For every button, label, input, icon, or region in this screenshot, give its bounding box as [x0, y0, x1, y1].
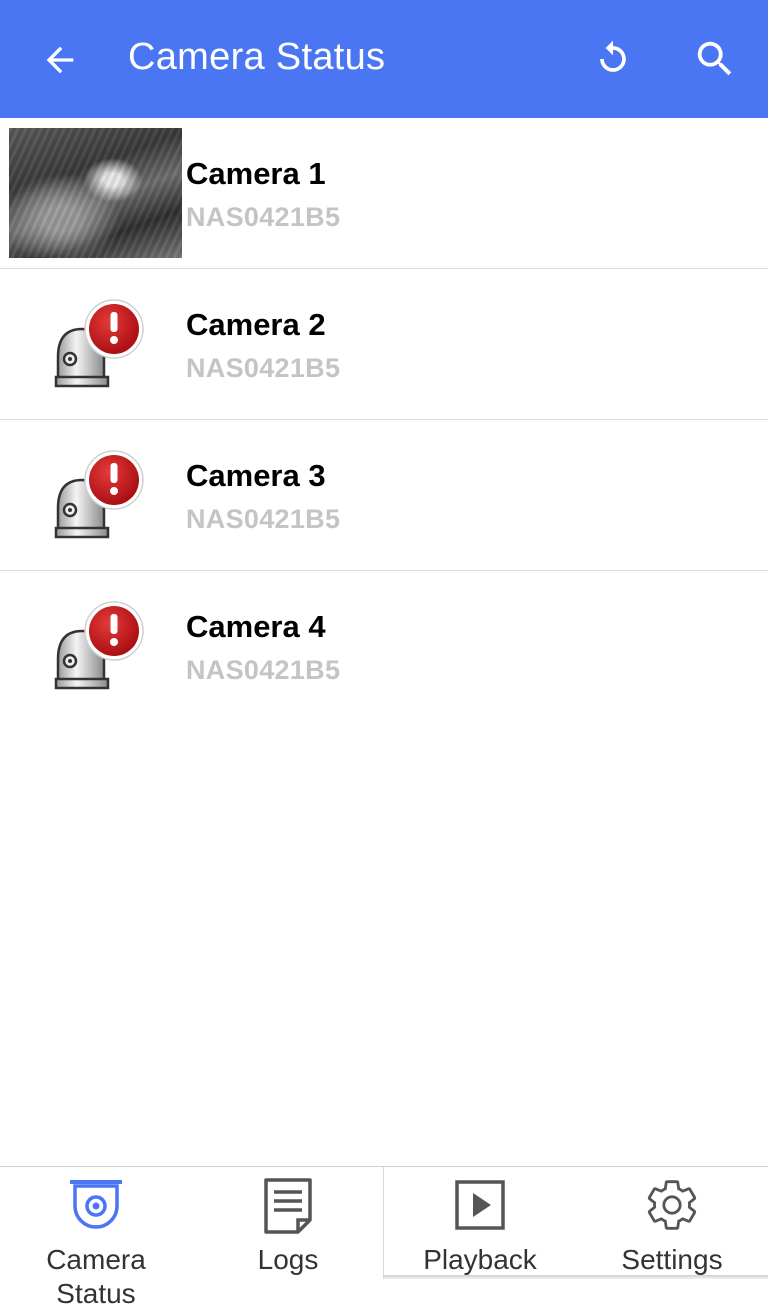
camera-name: Camera 1 — [186, 156, 326, 191]
refresh-button[interactable] — [586, 32, 640, 86]
camera-error-icon — [54, 450, 144, 539]
gear-icon — [647, 1180, 697, 1230]
camera-thumbnail — [9, 128, 182, 258]
camera-name: Camera 2 — [186, 307, 326, 342]
camera-list-item[interactable]: Camera 4 NAS0421B5 — [0, 571, 768, 722]
search-button[interactable] — [688, 32, 742, 86]
back-button[interactable] — [34, 34, 86, 86]
camera-list-item[interactable]: Camera 2 NAS0421B5 — [0, 269, 768, 420]
tab-label: Logs — [257, 1244, 319, 1275]
tab-playback[interactable]: Playback — [384, 1167, 576, 1312]
tab-settings[interactable]: Settings — [576, 1167, 768, 1312]
camera-status-icon — [70, 1180, 122, 1229]
camera-device: NAS0421B5 — [186, 202, 341, 232]
camera-device: NAS0421B5 — [186, 504, 341, 534]
camera-device: NAS0421B5 — [186, 353, 341, 383]
camera-list: Camera 1 NAS0421B5 Camera 2 NAS0421B5 Ca… — [0, 118, 768, 722]
nav-shadow — [384, 1275, 768, 1279]
tab-camera-status[interactable]: Camera Status — [0, 1167, 192, 1312]
search-icon — [697, 41, 732, 76]
camera-error-icon — [54, 299, 144, 388]
camera-name: Camera 4 — [186, 609, 326, 644]
camera-list-item[interactable]: Camera 3 NAS0421B5 — [0, 420, 768, 571]
tab-label: Settings — [621, 1244, 723, 1275]
playback-icon — [455, 1180, 505, 1230]
app-bar: Camera Status — [0, 0, 768, 118]
camera-list-item[interactable]: Camera 1 NAS0421B5 — [0, 118, 768, 269]
logs-icon — [264, 1178, 312, 1234]
tab-logs[interactable]: Logs — [192, 1167, 384, 1312]
camera-device: NAS0421B5 — [186, 655, 341, 685]
camera-name: Camera 3 — [186, 458, 326, 493]
refresh-icon — [600, 40, 626, 72]
tab-label: Playback — [423, 1244, 537, 1275]
tab-label: Camera Status — [46, 1244, 146, 1309]
arrow-left-icon — [46, 46, 74, 74]
bottom-navigation: Camera Status Logs Playback Settings — [0, 1166, 768, 1312]
camera-error-icon — [54, 601, 144, 690]
page-title: Camera Status — [128, 36, 386, 78]
